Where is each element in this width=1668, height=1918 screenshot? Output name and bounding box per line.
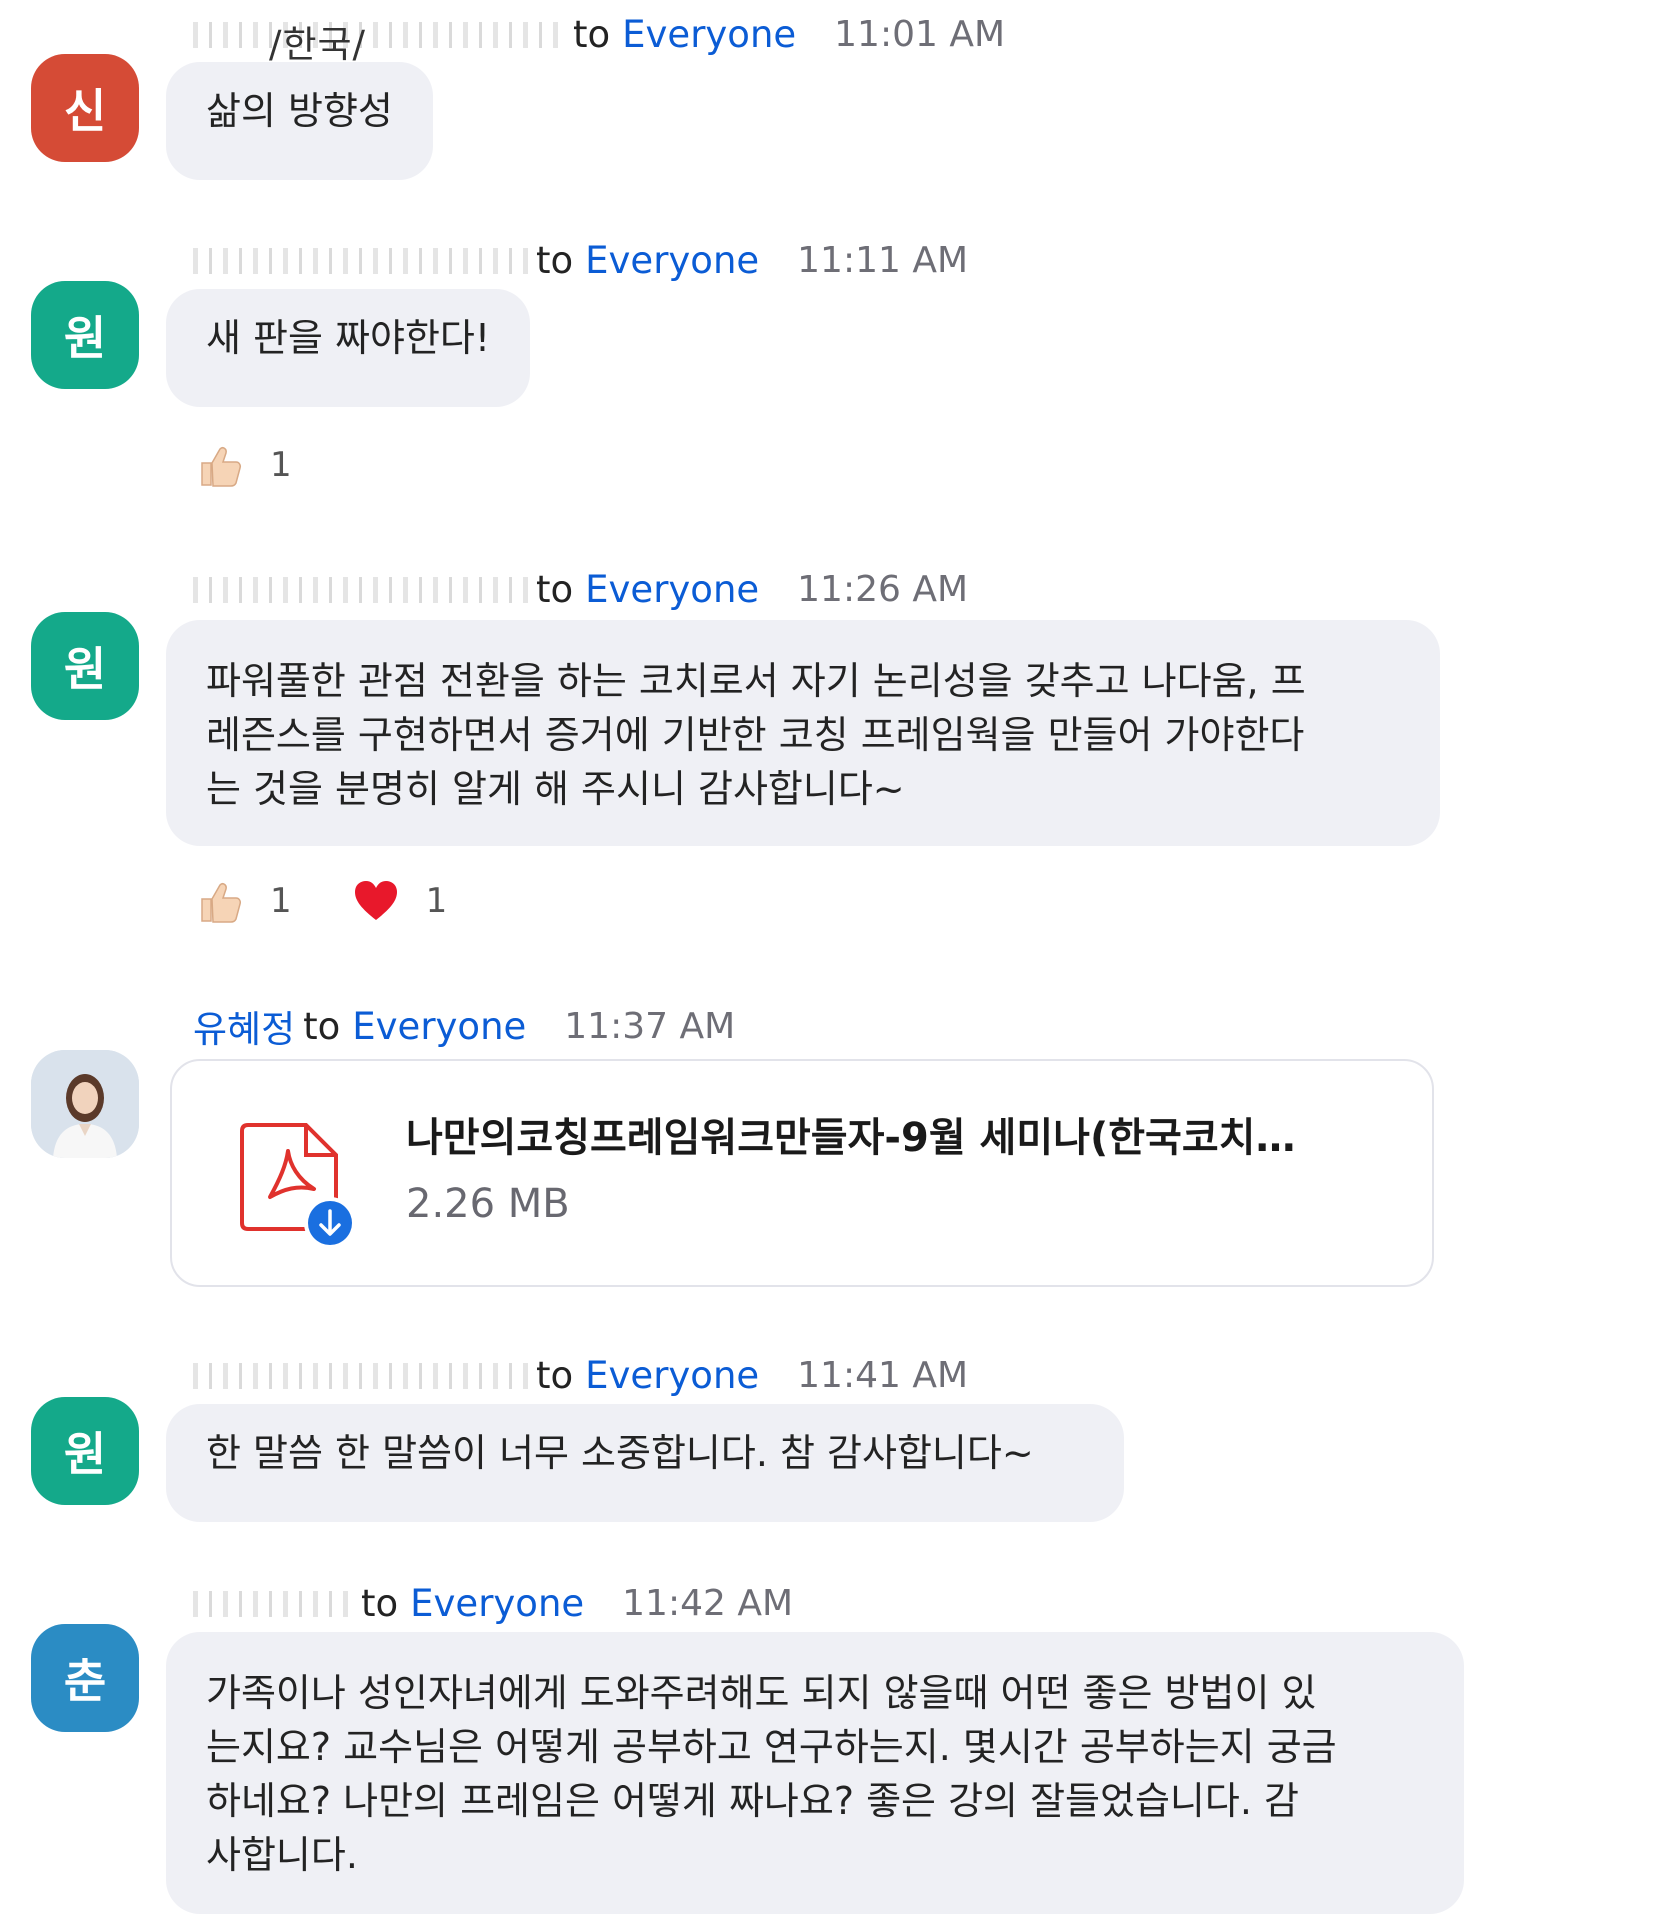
- recipient-everyone[interactable]: Everyone: [352, 1005, 526, 1048]
- message-bubble: 새 판을 짜야한다!: [166, 289, 531, 407]
- reaction-count: 1: [425, 881, 448, 921]
- message-header: to Everyone 11:26 AM: [193, 566, 968, 612]
- message-text-line: 가족이나 성인자녀에게 도와주려해도 되지 않을때 어떤 좋은 방법이 있: [206, 1671, 1317, 1715]
- avatar[interactable]: 춘: [31, 1624, 139, 1732]
- thumbs-up-icon: [201, 447, 241, 487]
- sender-name: [193, 1583, 353, 1623]
- reaction-heart[interactable]: 1: [352, 871, 448, 931]
- recipient-everyone[interactable]: Everyone: [410, 1582, 584, 1625]
- to-label: to: [536, 1353, 574, 1397]
- reaction-count: 1: [270, 445, 292, 485]
- recipient-everyone[interactable]: Everyone: [585, 239, 759, 282]
- message-header: to Everyone 11:11 AM: [193, 237, 968, 283]
- message-header: to Everyone 11:41 AM: [193, 1352, 968, 1398]
- avatar[interactable]: 원: [31, 1397, 139, 1505]
- avatar[interactable]: 원: [31, 612, 139, 720]
- message-text-line: 는지요? 교수님은 어떻게 공부하고 연구하는지. 몇시간 공부하는지 궁금: [206, 1725, 1337, 1769]
- message-bubble: 한 말씀 한 말씀이 너무 소중합니다. 참 감사합니다~: [166, 1404, 1124, 1522]
- message-text: 새 판을 짜야한다!: [206, 316, 491, 360]
- message-header: /한국/ to Everyone 11:01 AM: [193, 11, 1006, 66]
- timestamp: 11:26 AM: [797, 568, 969, 610]
- message-text: 삶의 방향성: [206, 89, 393, 133]
- reaction-thumbs-up[interactable]: 1: [196, 435, 292, 495]
- heart-icon: [354, 881, 397, 920]
- reactions: 1 1: [196, 871, 447, 931]
- timestamp: 11:11 AM: [797, 239, 969, 281]
- message-bubble: 삶의 방향성: [166, 62, 433, 180]
- file-attachment[interactable]: 나만의코칭프레임워크만들자-9월 세미나(한국코치… 2.26 MB: [170, 1059, 1434, 1287]
- message-text-line: 는 것을 분명히 알게 해 주시니 감사합니다~: [206, 767, 905, 811]
- message-text-line: 레즌스를 구현하면서 증거에 기반한 코칭 프레임웍을 만들어 가야한다: [206, 713, 1305, 757]
- timestamp: 11:41 AM: [797, 1354, 969, 1396]
- message-text-line: 하네요? 나만의 프레임은 어떻게 짜나요? 좋은 강의 잘들었습니다. 감: [206, 1779, 1299, 1823]
- sender-name: [193, 569, 528, 609]
- sender-name: [193, 240, 528, 280]
- profile-photo-icon: [31, 1050, 139, 1158]
- message-header: 유혜정 to Everyone 11:37 AM: [193, 1003, 736, 1052]
- message-header: to Everyone 11:42 AM: [193, 1580, 793, 1626]
- sender-name: [193, 1355, 528, 1395]
- recipient-everyone[interactable]: Everyone: [622, 13, 796, 56]
- thumbs-up-icon: [201, 883, 241, 923]
- sender-name[interactable]: 유혜정: [193, 999, 295, 1053]
- recipient-everyone[interactable]: Everyone: [585, 568, 759, 611]
- timestamp: 11:37 AM: [564, 1005, 736, 1047]
- to-label: to: [573, 12, 611, 56]
- file-name[interactable]: 나만의코칭프레임워크만들자-9월 세미나(한국코치…: [406, 1105, 1295, 1163]
- sender-name: /한국/: [193, 14, 565, 66]
- to-label: to: [303, 1004, 341, 1048]
- to-label: to: [361, 1581, 399, 1625]
- message-bubble: 가족이나 성인자녀에게 도와주려해도 되지 않을때 어떤 좋은 방법이 있 는지…: [166, 1632, 1464, 1914]
- to-label: to: [536, 238, 574, 282]
- reactions: 1: [196, 435, 292, 495]
- to-label: to: [536, 567, 574, 611]
- recipient-everyone[interactable]: Everyone: [585, 1354, 759, 1397]
- pdf-download-icon: [240, 1123, 356, 1249]
- message-bubble: 파워풀한 관점 전환을 하는 코치로서 자기 논리성을 갖추고 나다움, 프 레…: [166, 620, 1440, 846]
- avatar-photo[interactable]: [31, 1050, 139, 1158]
- file-size: 2.26 MB: [406, 1181, 570, 1227]
- avatar[interactable]: 원: [31, 281, 139, 389]
- timestamp: 11:42 AM: [622, 1582, 794, 1624]
- reaction-count: 1: [270, 881, 292, 921]
- avatar[interactable]: 신: [31, 54, 139, 162]
- message-text: 한 말씀 한 말씀이 너무 소중합니다. 참 감사합니다~: [206, 1431, 1034, 1475]
- timestamp: 11:01 AM: [834, 13, 1006, 55]
- reaction-thumbs-up[interactable]: 1: [196, 871, 292, 931]
- message-text-line: 사합니다.: [206, 1833, 358, 1877]
- message-text-line: 파워풀한 관점 전환을 하는 코치로서 자기 논리성을 갖추고 나다움, 프: [206, 659, 1306, 703]
